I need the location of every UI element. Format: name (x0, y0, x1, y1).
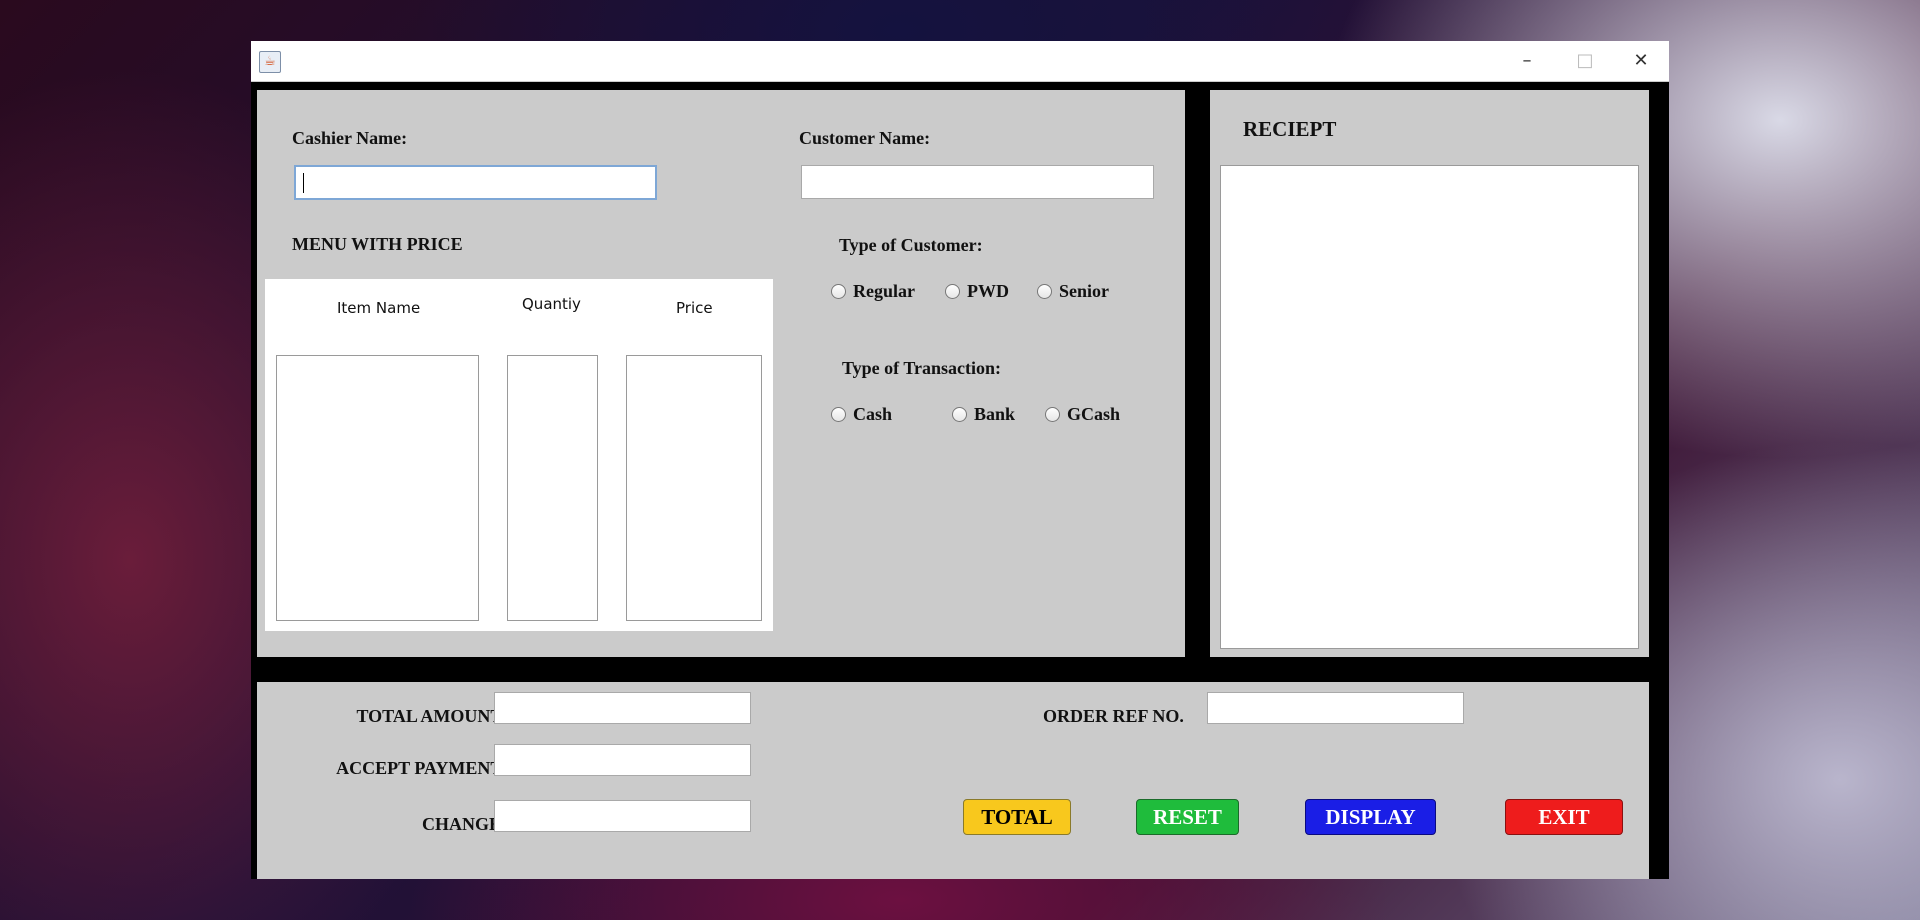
menu-title: MENU WITH PRICE (292, 234, 463, 254)
transaction-type-label: Type of Transaction: (842, 358, 1002, 378)
radio-gcash[interactable]: GCash (1045, 404, 1120, 425)
quantity-list[interactable] (507, 355, 598, 621)
radio-regular-label: Regular (853, 281, 915, 301)
radio-cash-label: Cash (853, 404, 893, 424)
display-button[interactable]: DISPLAY (1305, 799, 1436, 835)
title-bar: ☕ – □ ✕ (251, 41, 1669, 82)
column-header-quantity: Quantiy (522, 295, 581, 313)
reset-button[interactable]: RESET (1136, 799, 1239, 835)
radio-senior[interactable]: Senior (1037, 281, 1109, 302)
radio-pwd-label: PWD (967, 281, 1009, 301)
radio-cash[interactable]: Cash (831, 404, 892, 425)
radio-regular[interactable]: Regular (831, 281, 915, 302)
column-header-item-name: Item Name (337, 299, 421, 317)
maximize-button[interactable]: □ (1557, 41, 1613, 81)
change-input[interactable] (494, 800, 751, 832)
java-icon: ☕ (259, 51, 281, 73)
radio-circle[interactable] (952, 407, 967, 422)
radio-bank[interactable]: Bank (952, 404, 1015, 425)
customer-type-label: Type of Customer: (839, 235, 983, 255)
totals-panel: TOTAL AMOUNT: ACCEPT PAYMENT: CHANGE: OR… (257, 682, 1649, 879)
app-window: ☕ – □ ✕ Cashier Name: Customer Name: MEN… (251, 41, 1669, 879)
accept-payment-input[interactable] (494, 744, 751, 776)
cashier-name-label: Cashier Name: (292, 128, 408, 148)
accept-payment-label: ACCEPT PAYMENT: (336, 758, 507, 778)
item-name-list[interactable] (276, 355, 479, 621)
change-label: CHANGE: (422, 814, 507, 834)
text-caret (303, 173, 304, 193)
order-ref-input[interactable] (1207, 692, 1464, 724)
radio-circle[interactable] (831, 407, 846, 422)
radio-circle[interactable] (1045, 407, 1060, 422)
total-amount-label: TOTAL AMOUNT: (356, 706, 507, 726)
customer-name-input[interactable] (801, 165, 1154, 199)
order-ref-label: ORDER REF NO. (1043, 706, 1184, 726)
radio-circle[interactable] (831, 284, 846, 299)
order-panel: Cashier Name: Customer Name: MENU WITH P… (257, 90, 1185, 657)
cashier-name-input[interactable] (294, 165, 657, 200)
price-list[interactable] (626, 355, 762, 621)
receipt-panel: RECIEPT (1210, 90, 1649, 657)
total-amount-input[interactable] (494, 692, 751, 724)
customer-name-label: Customer Name: (799, 128, 931, 148)
menu-table: Item Name Quantiy Price (265, 279, 773, 631)
radio-senior-label: Senior (1059, 281, 1110, 301)
radio-circle[interactable] (945, 284, 960, 299)
radio-circle[interactable] (1037, 284, 1052, 299)
total-button[interactable]: TOTAL (963, 799, 1071, 835)
radio-gcash-label: GCash (1067, 404, 1121, 424)
exit-button[interactable]: EXIT (1505, 799, 1623, 835)
minimize-button[interactable]: – (1499, 41, 1555, 81)
radio-pwd[interactable]: PWD (945, 281, 1009, 302)
receipt-text-area[interactable] (1220, 165, 1639, 649)
radio-bank-label: Bank (974, 404, 1016, 424)
receipt-title: RECIEPT (1243, 117, 1337, 141)
close-button[interactable]: ✕ (1613, 41, 1669, 81)
column-header-price: Price (676, 299, 713, 317)
